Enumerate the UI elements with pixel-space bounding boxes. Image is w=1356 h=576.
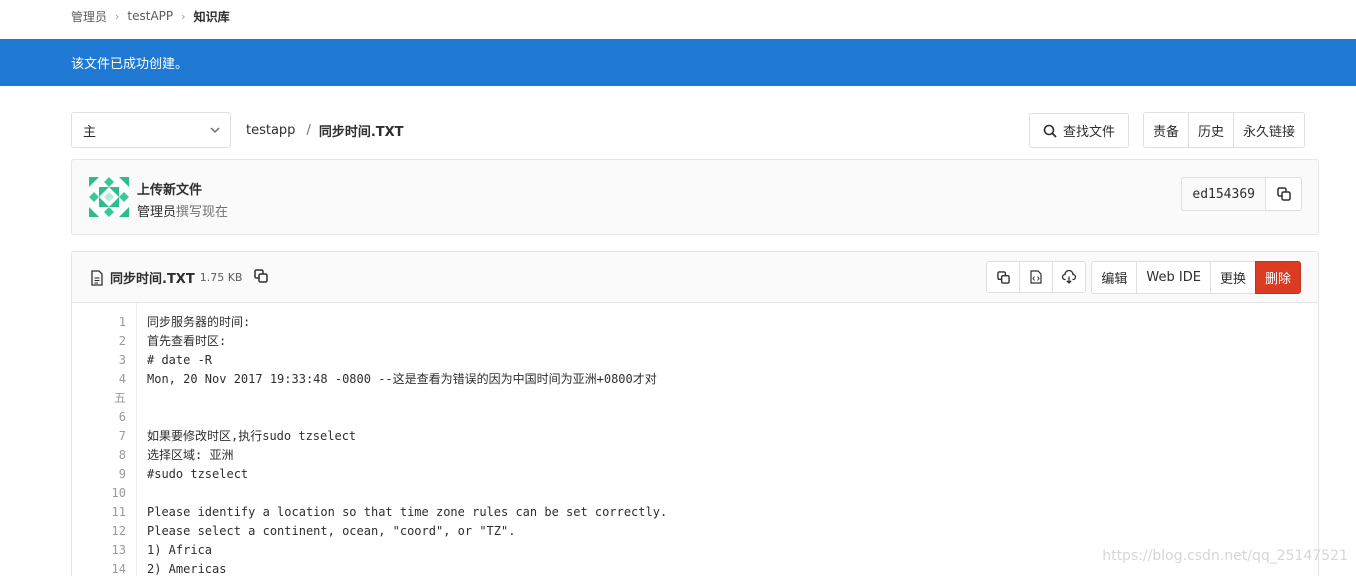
line-number[interactable]: 1	[86, 313, 126, 332]
line-number[interactable]: 13	[86, 541, 126, 560]
code-line: 首先查看时区:	[147, 334, 227, 348]
path-file-name[interactable]: 同步时间.TXT	[319, 121, 404, 140]
chevron-right-icon: ›	[115, 9, 120, 23]
file-edit-button-group: 编辑 Web IDE 更换 删除	[1091, 261, 1301, 294]
breadcrumb: 管理员 › testAPP › 知识库	[71, 0, 230, 32]
file-path: testapp / 同步时间.TXT	[246, 112, 404, 148]
avatar[interactable]	[89, 177, 129, 217]
file-view-button-group: 责备 历史 永久链接	[1143, 112, 1306, 148]
line-number[interactable]: 12	[86, 522, 126, 541]
line-number[interactable]: 9	[86, 465, 126, 484]
copy-icon[interactable]	[254, 268, 269, 283]
download-button[interactable]	[1052, 261, 1087, 293]
code-line: Mon, 20 Nov 2017 19:33:48 -0800 --这是查看为错…	[147, 372, 657, 386]
breadcrumb-current[interactable]: 知识库	[194, 8, 230, 25]
copy-contents-button[interactable]	[986, 261, 1021, 293]
file-actions: 编辑 Web IDE 更换 删除	[981, 261, 1301, 294]
file-name: 同步时间.TXT	[110, 272, 195, 287]
file-icon-button-group	[986, 261, 1087, 294]
path-repo-link[interactable]: testapp	[246, 123, 295, 138]
find-file-label: 查找文件	[1062, 125, 1115, 140]
line-number[interactable]: 10	[86, 484, 126, 503]
code-line: 同步服务器的时间:	[147, 315, 251, 329]
file-viewer: 同步时间.TXT 1.75 KB 编辑 Web IDE 更换 删除 1 2 3 …	[71, 251, 1319, 576]
open-raw-button[interactable]	[1019, 261, 1054, 293]
code-line: 选择区域: 亚洲	[147, 448, 234, 462]
blame-button[interactable]: 责备	[1143, 112, 1190, 148]
line-number[interactable]: 7	[86, 427, 126, 446]
web-ide-button[interactable]: Web IDE	[1136, 261, 1211, 294]
download-icon	[1062, 270, 1077, 284]
code-line: 1) Africa	[147, 543, 213, 557]
copy-icon	[997, 270, 1010, 284]
raw-file-icon	[1030, 270, 1043, 284]
delete-button[interactable]: 删除	[1254, 261, 1301, 294]
breadcrumb-project[interactable]: testAPP	[127, 9, 173, 23]
line-number[interactable]: 2	[86, 332, 126, 351]
copy-icon	[1276, 187, 1291, 201]
code-line: 2) Americas	[147, 562, 227, 576]
line-number[interactable]: 6	[86, 408, 126, 427]
flash-notice: 该文件已成功创建。	[0, 39, 1356, 86]
chevron-down-icon	[210, 127, 220, 134]
copy-sha-button[interactable]	[1266, 177, 1302, 211]
line-number[interactable]: 11	[86, 503, 126, 522]
commit-sha-group: ed154369	[1181, 177, 1302, 211]
find-file-button[interactable]: 查找文件	[1029, 113, 1129, 148]
path-separator: /	[306, 122, 311, 138]
flash-message: 该文件已成功创建。	[71, 57, 189, 72]
code-line: 如果要修改时区,执行sudo tzselect	[147, 429, 357, 443]
code-line: Please identify a location so that time …	[147, 505, 668, 519]
file-text-icon	[91, 269, 103, 286]
branch-dropdown[interactable]: 主	[71, 112, 231, 148]
commit-action: 撰写现在	[176, 205, 229, 220]
chevron-right-icon: ›	[181, 9, 186, 23]
code-line: Please select a continent, ocean, "coord…	[147, 524, 516, 538]
code-line: #sudo tzselect	[147, 467, 249, 481]
permalink-button[interactable]: 永久链接	[1233, 112, 1306, 148]
commit-author[interactable]: 管理员	[137, 205, 176, 220]
search-icon	[1043, 124, 1057, 138]
code-line: # date -R	[147, 353, 213, 367]
line-number[interactable]: 五	[86, 389, 126, 408]
breadcrumb-group[interactable]: 管理员	[71, 8, 107, 25]
line-number[interactable]: 3	[86, 351, 126, 370]
history-button[interactable]: 历史	[1188, 112, 1235, 148]
line-number-gutter: 1 2 3 4 五 6 7 8 9 10 11 12 13 14	[72, 303, 137, 576]
watermark: https://blog.csdn.net/qq_25147521	[1102, 548, 1348, 564]
file-size: 1.75 KB	[199, 271, 243, 284]
commit-meta: 管理员撰写现在	[137, 201, 228, 220]
line-number[interactable]: 4	[86, 370, 126, 389]
file-nav-row: 主 testapp / 同步时间.TXT 查找文件 责备 历史 永久链接	[71, 112, 1319, 148]
line-number[interactable]: 8	[86, 446, 126, 465]
file-title: 同步时间.TXT 1.75 KB	[90, 252, 269, 303]
commit-sha[interactable]: ed154369	[1181, 177, 1266, 211]
replace-button[interactable]: 更换	[1209, 261, 1256, 294]
commit-title[interactable]: 上传新文件	[137, 179, 202, 198]
last-commit-box: 上传新文件 管理员撰写现在 ed154369	[71, 159, 1319, 235]
line-number[interactable]: 14	[86, 560, 126, 576]
branch-name: 主	[83, 124, 97, 140]
file-header: 同步时间.TXT 1.75 KB 编辑 Web IDE 更换 删除	[72, 252, 1318, 303]
edit-button[interactable]: 编辑	[1091, 261, 1138, 294]
